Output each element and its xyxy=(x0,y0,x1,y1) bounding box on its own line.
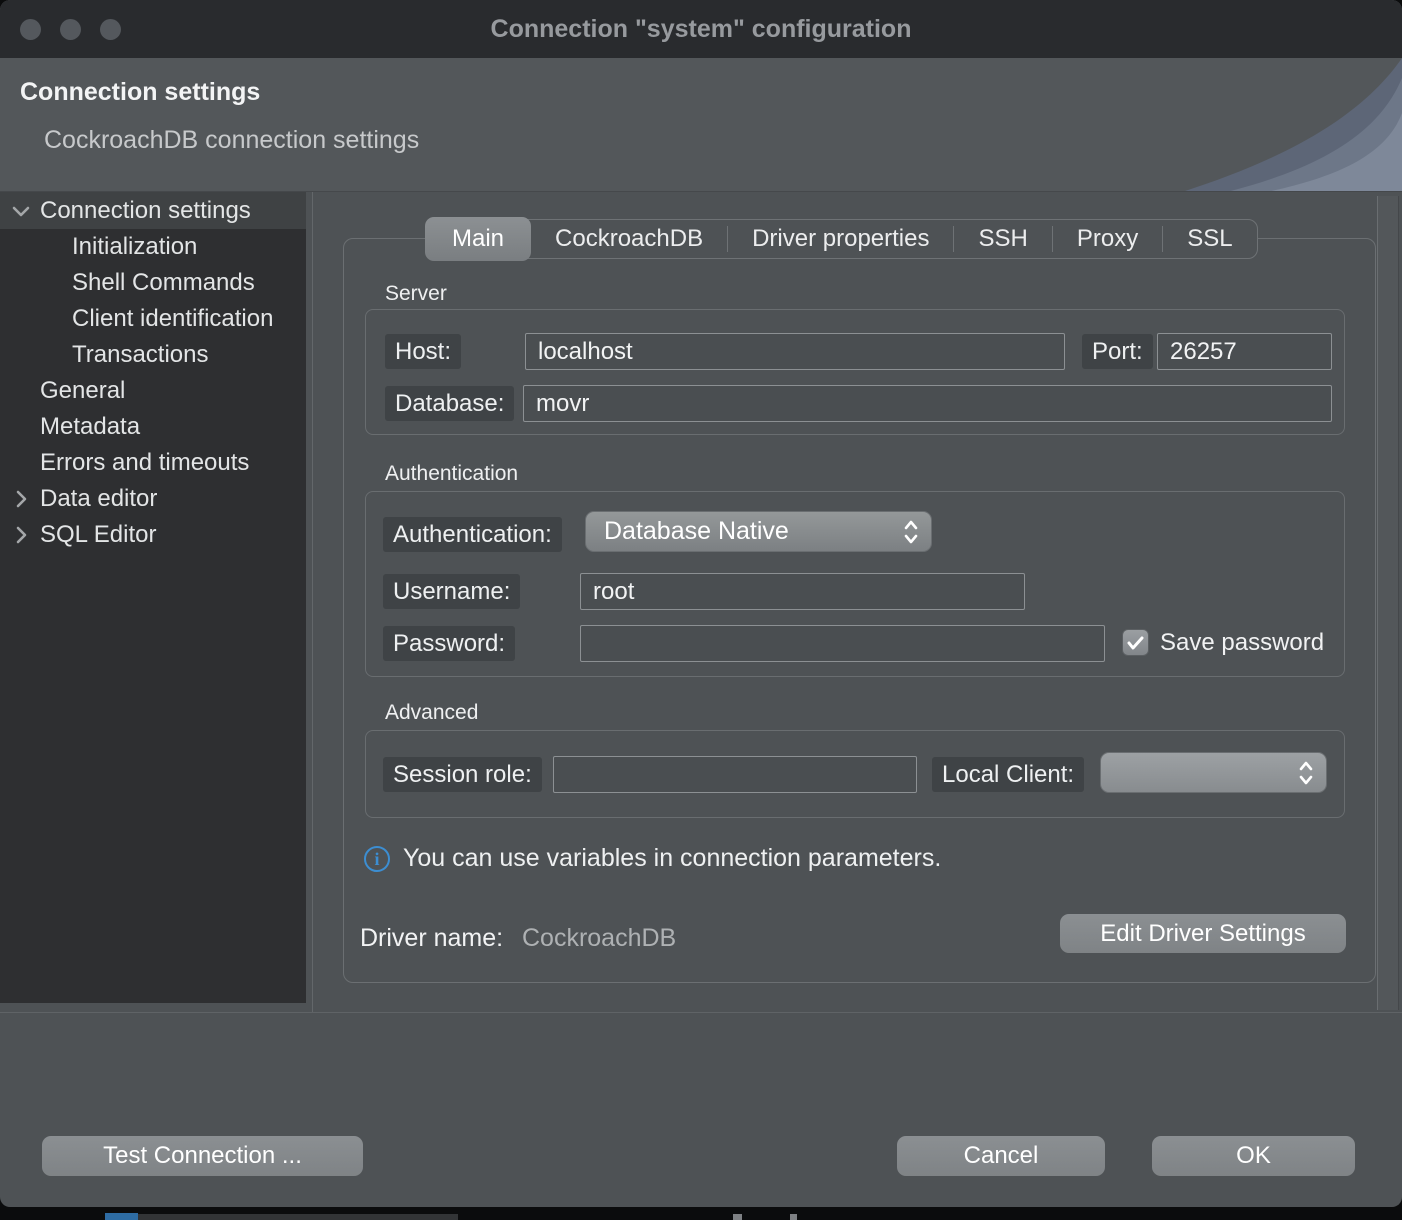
sidebar-item-label: Errors and timeouts xyxy=(40,449,249,476)
local-client-label: Local Client: xyxy=(932,757,1084,792)
up-down-chevrons-icon xyxy=(1298,760,1314,786)
sidebar-item-metadata[interactable]: Metadata xyxy=(0,409,306,445)
decorative-swoosh xyxy=(1142,58,1402,192)
sidebar-item-label: General xyxy=(40,377,125,404)
server-section-label: Server xyxy=(385,282,447,306)
connection-configuration-dialog: Connection "system" configuration Connec… xyxy=(0,0,1402,1207)
save-password-label: Save password xyxy=(1160,627,1336,659)
checkmark-icon xyxy=(1127,636,1144,650)
database-input[interactable] xyxy=(523,385,1332,422)
tab-main[interactable]: Main xyxy=(425,217,531,261)
sidebar-item-label: SQL Editor xyxy=(40,521,157,548)
username-label: Username: xyxy=(383,574,520,609)
sidebar-item-label: Transactions xyxy=(72,341,209,368)
driver-name-label: Driver name: xyxy=(360,924,503,953)
sidebar-item-transactions[interactable]: Transactions xyxy=(0,337,306,373)
port-label: Port: xyxy=(1082,334,1153,369)
tab-cockroachdb[interactable]: CockroachDB xyxy=(531,219,727,259)
sidebar-item-label: Connection settings xyxy=(40,197,251,224)
driver-name-value: CockroachDB xyxy=(522,924,676,953)
sidebar-item-connection-settings[interactable]: Connection settings xyxy=(0,192,306,229)
sidebar-item-shell-commands[interactable]: Shell Commands xyxy=(0,265,306,301)
test-connection-button[interactable]: Test Connection ... xyxy=(42,1136,363,1176)
session-role-input[interactable] xyxy=(553,756,917,793)
host-input[interactable] xyxy=(525,333,1065,370)
chevron-right-icon[interactable] xyxy=(8,517,34,553)
save-password-checkbox[interactable] xyxy=(1122,629,1149,656)
sidebar-divider[interactable] xyxy=(312,192,313,1012)
sidebar-item-client-identification[interactable]: Client identification xyxy=(0,301,306,337)
tab-ssh[interactable]: SSH xyxy=(954,219,1051,259)
tab-driver-properties[interactable]: Driver properties xyxy=(728,219,953,259)
dialog-header: Connection settings CockroachDB connecti… xyxy=(0,58,1402,192)
tab-ssl[interactable]: SSL xyxy=(1163,219,1256,259)
settings-tree-sidebar: Connection settings Initialization Shell… xyxy=(0,192,306,1003)
sidebar-item-sql-editor[interactable]: SQL Editor xyxy=(0,517,306,553)
info-circle-icon: i xyxy=(364,846,390,872)
host-label: Host: xyxy=(385,334,461,369)
database-label: Database: xyxy=(385,386,514,421)
tab-proxy[interactable]: Proxy xyxy=(1053,219,1162,259)
ok-button[interactable]: OK xyxy=(1152,1136,1355,1176)
cancel-button[interactable]: Cancel xyxy=(897,1136,1105,1176)
info-text: You can use variables in connection para… xyxy=(403,844,941,873)
background-window-sliver xyxy=(105,1213,138,1220)
up-down-chevrons-icon xyxy=(903,519,919,545)
password-input[interactable] xyxy=(580,625,1105,662)
sidebar-item-label: Shell Commands xyxy=(72,269,255,296)
sidebar-item-label: Data editor xyxy=(40,485,157,512)
authentication-label: Authentication: xyxy=(383,517,562,552)
username-input[interactable] xyxy=(580,573,1025,610)
page-title: Connection settings xyxy=(20,78,260,107)
advanced-section-label: Advanced xyxy=(385,701,478,725)
background-window-sliver xyxy=(790,1214,797,1220)
authentication-select[interactable]: Database Native xyxy=(585,511,932,552)
authentication-select-value: Database Native xyxy=(604,517,903,546)
chevron-down-icon[interactable] xyxy=(8,192,34,229)
local-client-select[interactable] xyxy=(1100,752,1327,793)
sidebar-item-errors-and-timeouts[interactable]: Errors and timeouts xyxy=(0,445,306,481)
sidebar-item-initialization[interactable]: Initialization xyxy=(0,229,306,265)
background-window-sliver xyxy=(733,1214,742,1220)
authentication-section-label: Authentication xyxy=(385,462,518,486)
password-label: Password: xyxy=(383,626,515,661)
tab-bar: Main CockroachDB Driver properties SSH P… xyxy=(425,219,1258,259)
sidebar-item-general[interactable]: General xyxy=(0,373,306,409)
background-window-sliver xyxy=(138,1214,458,1220)
sidebar-item-data-editor[interactable]: Data editor xyxy=(0,481,306,517)
window-title: Connection "system" configuration xyxy=(0,15,1402,44)
sidebar-item-label: Metadata xyxy=(40,413,140,440)
chevron-right-icon[interactable] xyxy=(8,481,34,517)
page-subtitle: CockroachDB connection settings xyxy=(44,126,419,155)
port-input[interactable] xyxy=(1157,333,1332,370)
session-role-label: Session role: xyxy=(383,757,542,792)
title-bar: Connection "system" configuration xyxy=(0,0,1402,58)
footer-divider xyxy=(0,1012,1402,1013)
sidebar-item-label: Client identification xyxy=(72,305,273,332)
edit-driver-settings-button[interactable]: Edit Driver Settings xyxy=(1060,914,1346,953)
content-scrollbar[interactable] xyxy=(1377,196,1399,1010)
sidebar-item-label: Initialization xyxy=(72,233,197,260)
